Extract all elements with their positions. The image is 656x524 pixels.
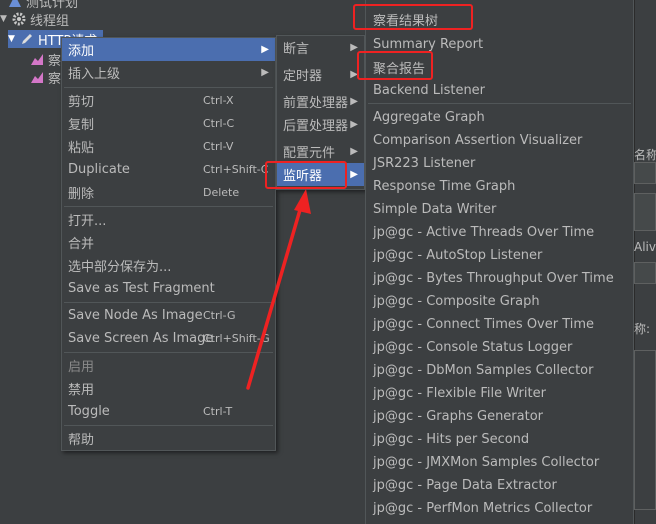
annotation-arrow — [246, 189, 311, 390]
jmeter-window: 测试计划 ▼ 线程组 ▼ HTTP请求 察 察 — [0, 0, 656, 524]
